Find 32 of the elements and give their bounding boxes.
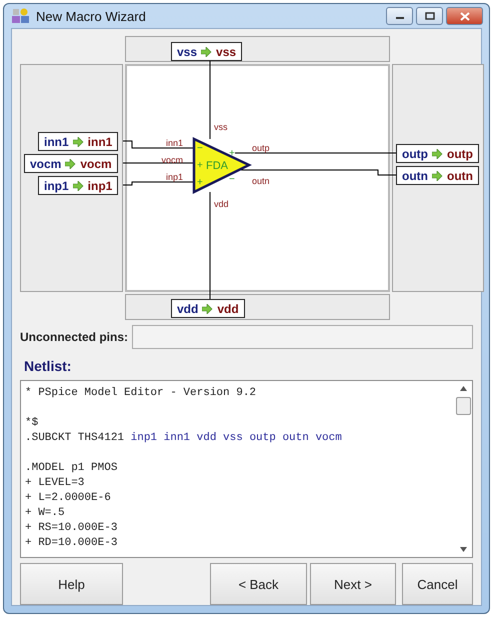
netlist-line: + W=.5 — [25, 507, 65, 519]
netlist-line: .SUBCKT THS4121 inp1 inn1 vdd vss outp outn vocm — [25, 432, 342, 444]
netlist-line: .MODEL p1 PMOS — [25, 462, 118, 474]
netlist-line: * PSpice Model Editor - Version 9.2 — [25, 387, 256, 399]
netlist-line: + L=2.0000E-6 — [25, 492, 111, 504]
pin-label: vdd — [214, 199, 229, 209]
back-button[interactable]: < Back — [210, 563, 307, 605]
next-button[interactable]: Next > — [310, 563, 396, 605]
pin-label: vocm — [161, 155, 183, 165]
unconnected-pins-label: Unconnected pins: — [20, 330, 128, 344]
netlist-heading: Netlist: — [24, 358, 72, 374]
cancel-button[interactable]: Cancel — [402, 563, 473, 605]
port-mapping-tag[interactable]: inp1 inp1 — [38, 176, 118, 195]
amplifier-symbol: FDA − + + + − — [192, 137, 252, 194]
pin-label: inn1 — [166, 138, 183, 148]
port-mapping-tag[interactable]: inn1 inn1 — [38, 132, 118, 151]
port-mapping-tag[interactable]: vocm vocm — [24, 154, 118, 173]
netlist-line: *$ — [25, 417, 38, 429]
port-mapping-tag[interactable]: vdd vdd — [171, 299, 245, 318]
pin-label: inp1 — [166, 172, 183, 182]
port-mapping-tag[interactable]: outn outn — [396, 166, 479, 185]
window-title: New Macro Wizard — [36, 8, 147, 24]
port-mapping-tag[interactable]: vss vss — [171, 42, 242, 61]
netlist-text-area[interactable]: * PSpice Model Editor - Version 9.2 *$ .SUBCKT THS4121 inp1 inn1 vdd vss outp outn vocm .MODEL p1 PMOS + LEVEL=3 + L=2.0000E-6 + W=.5 + RS=10.000E-3 + RD=10.000E-3 — [20, 380, 473, 558]
pin-label: outn — [252, 176, 270, 186]
pin-label: outp — [252, 143, 270, 153]
netlist-line: + LEVEL=3 — [25, 477, 84, 489]
help-button[interactable]: Help — [20, 563, 123, 605]
netlist-line: + RD=10.000E-3 — [25, 537, 118, 549]
pin-label: vss — [214, 122, 228, 132]
port-mapping-tag[interactable]: outp outp — [396, 144, 479, 163]
netlist-line: + RS=10.000E-3 — [25, 522, 118, 534]
